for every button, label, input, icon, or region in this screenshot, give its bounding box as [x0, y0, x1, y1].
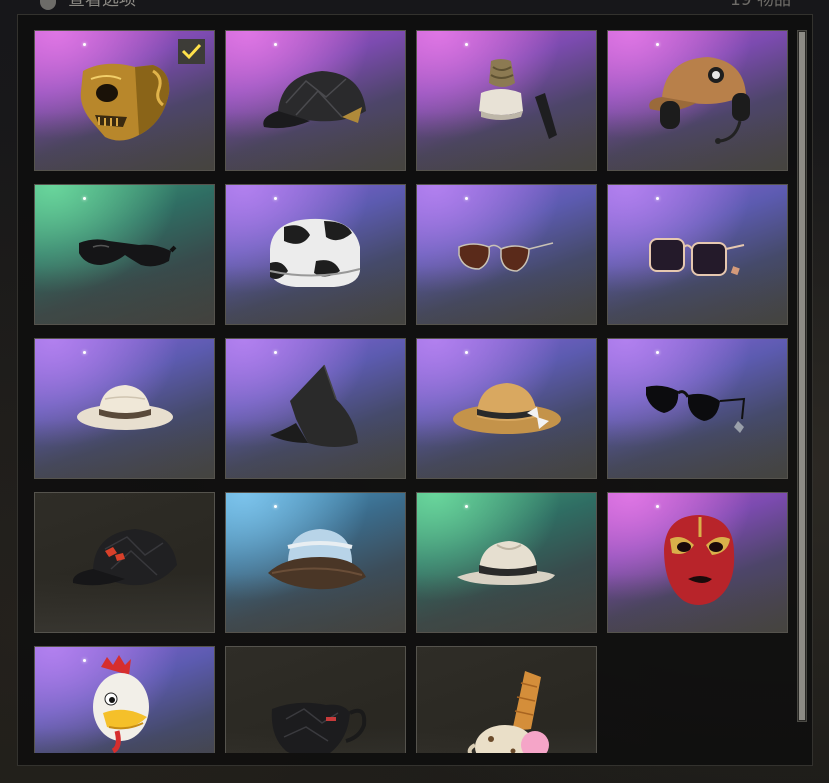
grid-scrollbar[interactable] [797, 30, 807, 722]
item-card-chicken-mask[interactable] [34, 646, 215, 753]
black-face-mask-icon [271, 702, 367, 753]
item-card-crop-top-outfit[interactable] [416, 30, 597, 171]
luchador-mask-icon [664, 515, 735, 605]
white-sun-hat-icon [77, 385, 173, 430]
item-card-aviator-sunglasses[interactable] [416, 184, 597, 325]
item-card-headset-cap[interactable] [607, 30, 788, 171]
ice-cream-cone-hat-icon [467, 671, 549, 753]
item-card-cow-print-beanie[interactable] [225, 184, 406, 325]
inventory-header: 查看选项 19 物品 [0, 0, 829, 14]
item-card-straw-bow-hat[interactable] [416, 338, 597, 479]
selected-checkbox[interactable] [178, 39, 205, 64]
item-card-black-face-mask[interactable] [225, 646, 406, 753]
view-options-label[interactable]: 查看选项 [68, 0, 136, 10]
item-card-black-cap-red-logo[interactable] [34, 492, 215, 633]
item-count: 19 物品 [729, 0, 791, 10]
item-card-fedora-hat[interactable] [416, 492, 597, 633]
chicken-mask-icon [93, 655, 149, 753]
item-card-luchador-mask[interactable] [607, 492, 788, 633]
item-card-cat-eye-sunglasses[interactable] [607, 338, 788, 479]
bucket-hat-icon [268, 529, 366, 590]
item-card-bucket-hat[interactable] [225, 492, 406, 633]
check-icon [181, 43, 202, 60]
black-sunglasses-icon [79, 239, 177, 267]
item-card-black-witch-hat[interactable] [225, 338, 406, 479]
square-sunglasses-icon [649, 238, 745, 276]
view-options-toggle[interactable] [40, 0, 56, 10]
black-geometric-cap-icon [263, 71, 366, 129]
scrollbar-thumb[interactable] [799, 32, 805, 720]
item-card-square-sunglasses[interactable] [607, 184, 788, 325]
straw-bow-hat-icon [453, 383, 561, 434]
crop-top-outfit-icon [479, 59, 557, 139]
item-card-ice-cream-cone-hat[interactable] [416, 646, 597, 753]
cow-print-beanie-icon [269, 218, 361, 287]
cat-eye-sunglasses-icon [646, 385, 746, 433]
item-card-black-sunglasses[interactable] [34, 184, 215, 325]
item-grid [34, 30, 790, 753]
item-card-golden-skull-mask[interactable] [34, 30, 215, 171]
black-witch-hat-icon [270, 364, 358, 447]
aviator-sunglasses-icon [458, 242, 554, 272]
item-card-black-geometric-cap[interactable] [225, 30, 406, 171]
item-card-white-sun-hat[interactable] [34, 338, 215, 479]
black-cap-red-logo-icon [72, 529, 177, 586]
headset-cap-icon [649, 57, 750, 144]
fedora-hat-icon [457, 541, 555, 585]
